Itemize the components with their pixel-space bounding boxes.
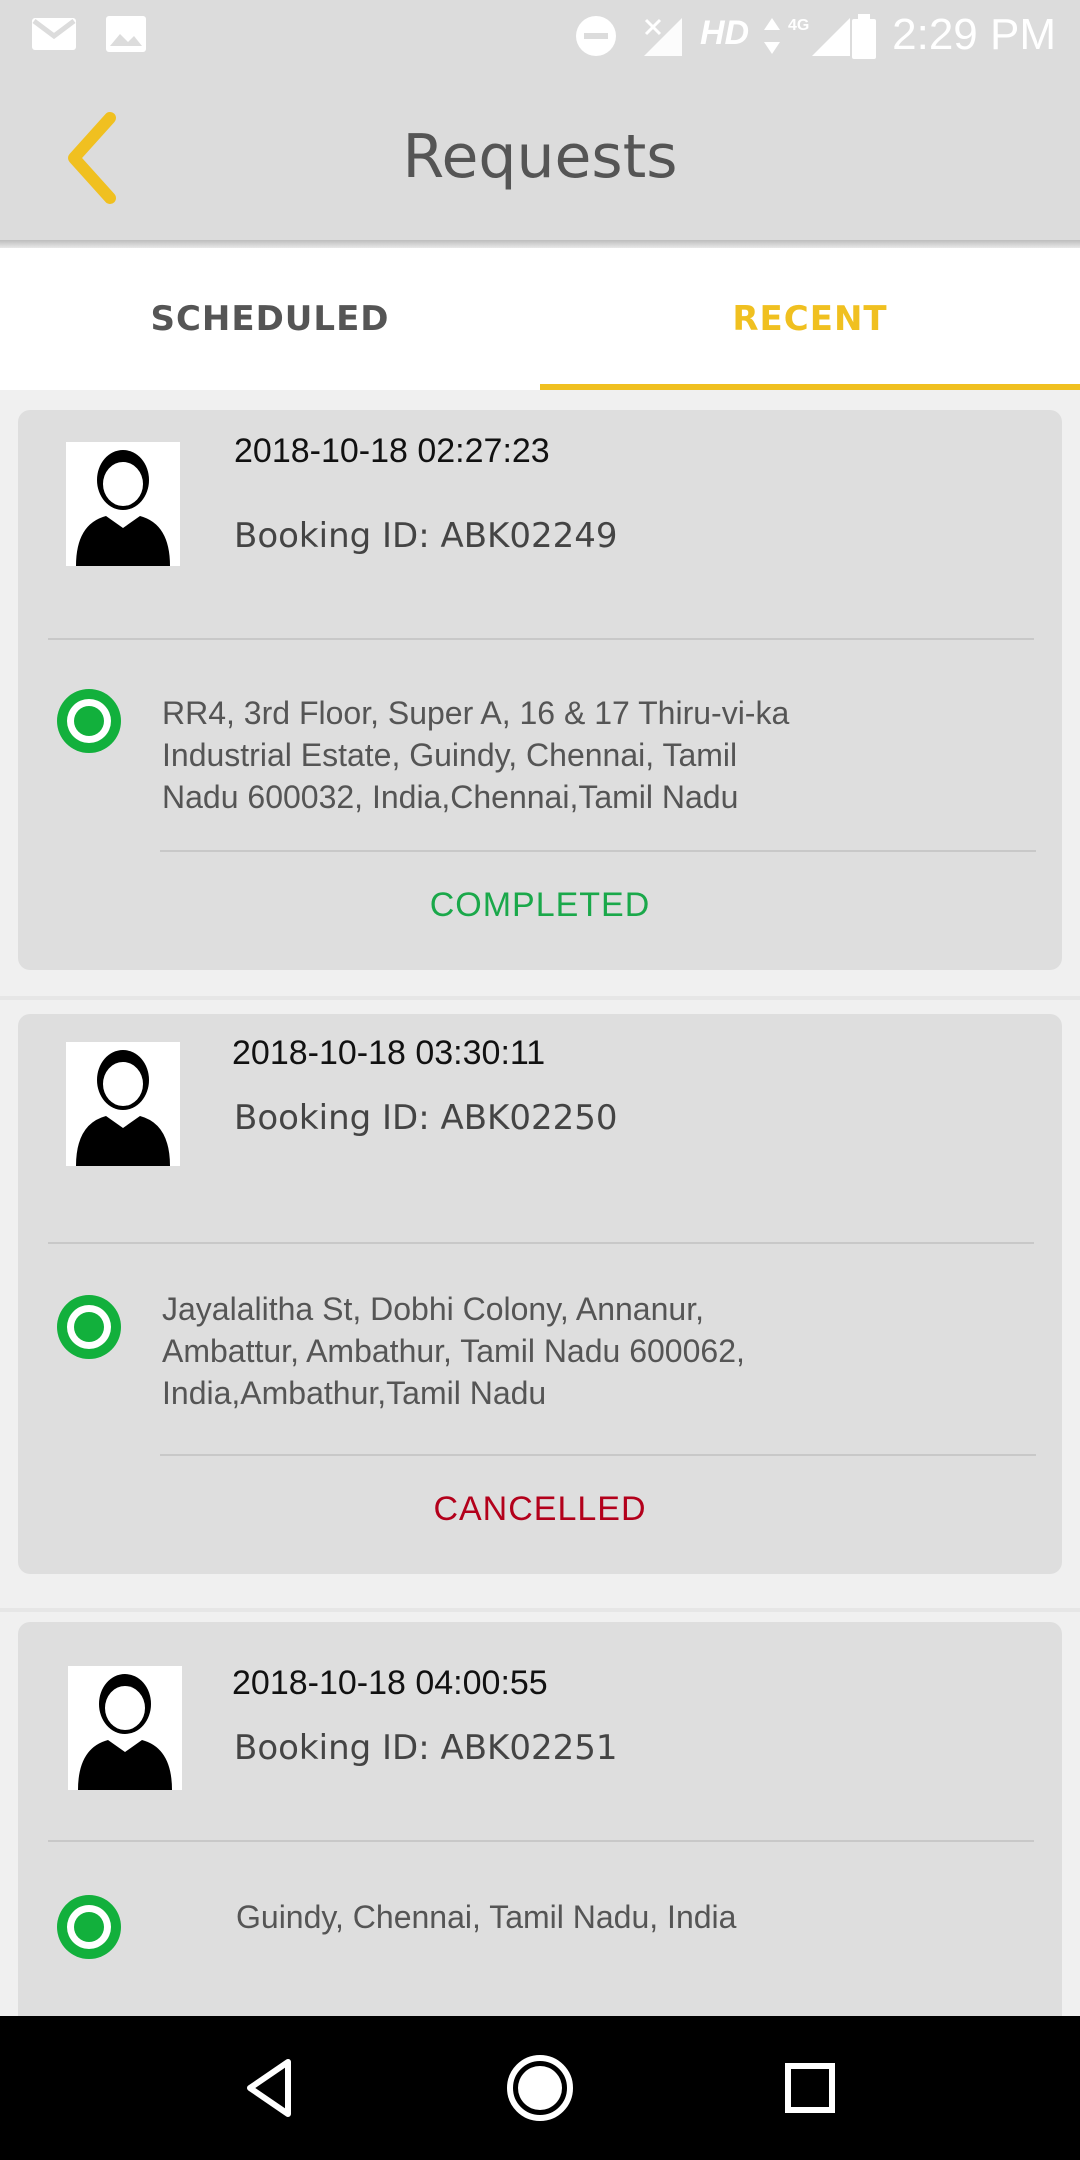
no-signal-icon (640, 14, 684, 62)
pickup-address: Guindy, Chennai, Tamil Nadu, India (236, 1896, 996, 1938)
home-circle-icon (504, 2055, 576, 2128)
address-line: Jayalalitha St, Dobhi Colony, Annanur, (162, 1291, 704, 1327)
card-divider (160, 1454, 1036, 1456)
address-line: Guindy, Chennai, Tamil Nadu, India (236, 1899, 737, 1935)
request-card[interactable]: 2018-10-18 03:30:11 Booking ID: ABK02250… (18, 1014, 1062, 1574)
signal-4g-icon: 4G (786, 14, 856, 62)
user-avatar-icon (76, 450, 170, 566)
address-line: Nadu 600032, India,Chennai,Tamil Nadu (162, 779, 739, 815)
nav-back-button[interactable] (234, 2052, 306, 2124)
address-line: Ambattur, Ambathur, Tamil Nadu 600062, (162, 1333, 745, 1369)
request-card[interactable]: 2018-10-18 04:00:55 Booking ID: ABK02251… (18, 1622, 1062, 2042)
app-bar: Requests (0, 72, 1080, 240)
location-marker-icon (54, 1292, 124, 1362)
nav-recents-button[interactable] (774, 2052, 846, 2124)
gmail-icon (30, 14, 78, 58)
card-divider (48, 638, 1034, 640)
booking-id: Booking ID: ABK02250 (234, 1098, 618, 1138)
data-arrows-icon (760, 14, 784, 62)
location-marker-icon (54, 1892, 124, 1962)
address-line: RR4, 3rd Floor, Super A, 16 & 17 Thiru-v… (162, 695, 790, 731)
request-datetime: 2018-10-18 03:30:11 (232, 1034, 546, 1072)
booking-id: Booking ID: ABK02251 (234, 1728, 618, 1768)
app-bar-shadow (0, 240, 1080, 248)
status-label: CANCELLED (433, 1490, 647, 1528)
request-card[interactable]: 2018-10-18 02:27:23 Booking ID: ABK02249… (18, 410, 1062, 970)
request-datetime: 2018-10-18 04:00:55 (232, 1664, 548, 1702)
recents-square-icon (774, 2063, 846, 2128)
pickup-address: Jayalalitha St, Dobhi Colony, Annanur, A… (162, 1288, 922, 1414)
nav-home-button[interactable] (504, 2052, 576, 2124)
request-datetime: 2018-10-18 02:27:23 (234, 432, 550, 470)
battery-icon (850, 14, 878, 64)
list-separator (0, 996, 1080, 1000)
list-separator (0, 1608, 1080, 1612)
booking-id: Booking ID: ABK02249 (234, 516, 618, 556)
tab-scheduled[interactable]: SCHEDULED (0, 248, 540, 390)
svg-text:4G: 4G (788, 17, 809, 34)
tab-recent[interactable]: RECENT (540, 248, 1080, 390)
card-divider (48, 1840, 1034, 1842)
address-line: Industrial Estate, Guindy, Chennai, Tami… (162, 737, 738, 773)
tab-bar: SCHEDULED RECENT (0, 248, 1080, 390)
card-divider (160, 850, 1036, 852)
avatar (68, 1666, 182, 1790)
card-divider (48, 1242, 1034, 1244)
do-not-disturb-icon (574, 14, 618, 62)
back-triangle-icon (234, 2059, 306, 2128)
status-label: COMPLETED (429, 886, 651, 924)
status-time: 2:29 PM (892, 10, 1056, 59)
tab-active-indicator (540, 384, 1080, 390)
user-avatar-icon (76, 1050, 170, 1166)
user-avatar-icon (78, 1674, 172, 1790)
avatar (66, 442, 180, 566)
avatar (66, 1042, 180, 1166)
network-label: HD (700, 14, 750, 52)
system-nav-bar (0, 2016, 1080, 2160)
image-icon (104, 14, 148, 58)
status-bar: HD 4G 2:29 PM (0, 0, 1080, 72)
location-marker-icon (54, 686, 124, 756)
pickup-address: RR4, 3rd Floor, Super A, 16 & 17 Thiru-v… (162, 692, 922, 818)
address-line: India,Ambathur,Tamil Nadu (162, 1375, 547, 1411)
page-title: Requests (402, 122, 678, 192)
screen: HD 4G 2:29 PM Requests SCHEDULED RECENT (0, 0, 1080, 2160)
back-chevron-icon (56, 112, 156, 212)
